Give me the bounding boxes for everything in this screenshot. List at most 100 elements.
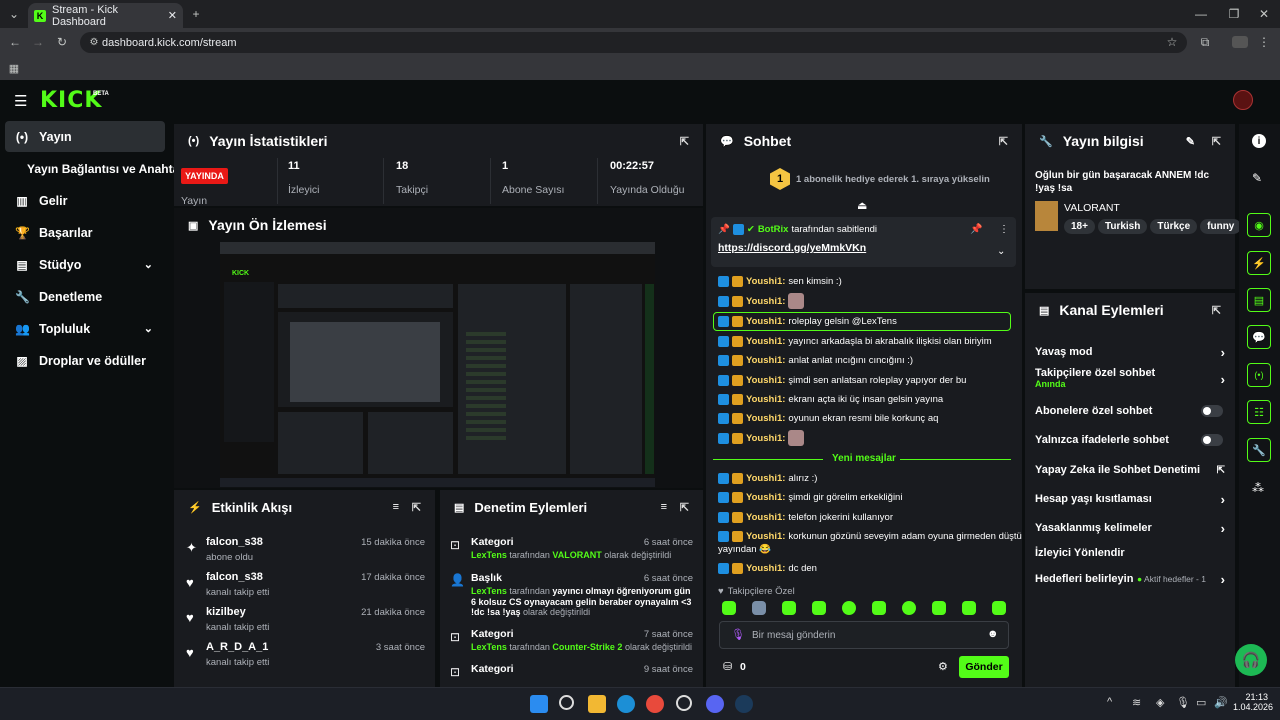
chrome-icon[interactable] — [646, 695, 664, 713]
emote-icon[interactable] — [932, 601, 946, 615]
sidebar-item-basarilar[interactable]: 🏆 Başarılar — [5, 217, 165, 248]
steam-icon[interactable] — [735, 695, 753, 713]
chat-message[interactable]: Youshi1: yayıncı arkadaşla bi akrabalık i… — [718, 336, 992, 347]
tag-chip[interactable]: funny — [1200, 219, 1242, 234]
chat-username[interactable]: Youshi1: — [746, 413, 785, 424]
emote-icon[interactable] — [812, 601, 826, 615]
subs-only-toggle[interactable] — [1201, 405, 1223, 417]
chat-username[interactable]: Youshi1: — [746, 316, 785, 327]
chat-username[interactable]: Youshi1: — [746, 276, 785, 287]
chat-message[interactable]: Youshi1: korkunun gözünü seveyim adam oyu… — [718, 531, 1022, 542]
chat-username[interactable]: Youshi1: — [746, 375, 785, 386]
emote-icon[interactable] — [722, 601, 736, 615]
discord-icon[interactable] — [706, 695, 724, 713]
emote-icon[interactable] — [902, 601, 916, 615]
back-icon[interactable]: ← — [7, 34, 23, 50]
banned-words-row[interactable]: Yasaklanmış kelimeler › — [1035, 518, 1225, 538]
send-button[interactable]: Gönder — [959, 656, 1009, 678]
chat-message[interactable]: Youshi1: şimdi gir görelim erkekliğini — [718, 492, 902, 503]
mod-user[interactable]: LexTens — [471, 586, 507, 596]
support-headset-icon[interactable]: 🎧 — [1235, 644, 1267, 676]
info-icon[interactable]: i — [1252, 134, 1266, 148]
activity-user[interactable]: A_R_D_A_1 — [206, 641, 268, 653]
goal-text[interactable]: 1 abonelik hediye ederek 1. sıraya yükse… — [796, 174, 990, 185]
chat-message[interactable]: Youshi1: roleplay gelsin @LexTens — [718, 316, 897, 327]
chat-username[interactable]: Youshi1: — [746, 512, 785, 523]
menu-dots-icon[interactable]: ⋮ — [1256, 34, 1272, 50]
chat-message[interactable]: Youshi1: telefon jokerini kullanıyor — [718, 512, 893, 523]
chat-message[interactable]: Youshi1: şimdi sen anlatsan roleplay yapı… — [718, 375, 966, 386]
quick-action-lightning-icon[interactable]: ⚡ — [1247, 251, 1271, 275]
pinned-menu-icon[interactable]: ⋮ — [999, 224, 1009, 235]
chat-message[interactable]: Youshi1: ekranı açta iki üç insan gelsin … — [718, 394, 943, 405]
edit-pencil-icon[interactable]: ✎ — [1252, 171, 1262, 185]
user-avatar[interactable] — [1233, 90, 1253, 110]
followers-only-row[interactable]: Takipçilere özel sohbet Anında › — [1035, 367, 1225, 397]
category-thumbnail[interactable] — [1035, 201, 1058, 231]
pinned-link[interactable]: https://discord.gg/yeMmkVKn — [718, 242, 866, 254]
emote-icon[interactable] — [872, 601, 886, 615]
edge-icon[interactable] — [617, 695, 635, 713]
ai-mod-row[interactable]: Yapay Zeka ile Sohbet Denetimi ⇱ — [1035, 460, 1225, 480]
reload-icon[interactable]: ↻ — [54, 34, 70, 50]
activity-user[interactable]: falcon_s38 — [206, 571, 263, 583]
bookmark-star-icon[interactable]: ☆ — [1164, 34, 1180, 50]
site-info-icon[interactable]: ⚙ — [86, 34, 102, 50]
tray-display-icon[interactable]: ▭ — [1196, 696, 1206, 709]
goals-row[interactable]: Hedefleri belirleyin ● Aktif hedefler - 1… — [1035, 569, 1225, 589]
chat-username[interactable]: Youshi1: — [746, 473, 785, 484]
popout-icon[interactable]: ⇱ — [999, 135, 1008, 148]
chat-message[interactable]: Youshi1: anlat anlat ıncığını cıncığını :… — [718, 355, 913, 366]
chat-username[interactable]: Youshi1: — [746, 563, 785, 574]
chat-username[interactable]: Youshi1: — [746, 336, 785, 347]
filter-icon[interactable]: ≡ — [393, 501, 399, 513]
emote-icon[interactable] — [962, 601, 976, 615]
tab-list-icon[interactable]: ⌄ — [6, 6, 22, 22]
tray-arrow-icon[interactable]: ^ — [1107, 696, 1112, 708]
pinned-by[interactable]: BotRix — [758, 224, 789, 235]
emote-icon[interactable] — [842, 601, 856, 615]
more-actions-icon[interactable]: ⁂ — [1252, 481, 1264, 495]
mod-user[interactable]: LexTens — [471, 642, 507, 652]
unpin-icon[interactable]: 📌 — [970, 224, 982, 235]
stream-preview-video[interactable]: KICK — [220, 242, 655, 487]
emote-icon[interactable] — [752, 601, 766, 615]
close-tab-icon[interactable]: ✕ — [168, 9, 177, 22]
tray-volume-icon[interactable]: 🔊 — [1214, 696, 1228, 709]
emote-icon[interactable] — [992, 601, 1006, 615]
chat-username[interactable]: Youshi1: — [746, 433, 785, 444]
new-tab-icon[interactable]: + — [188, 6, 204, 22]
collapse-goal-icon[interactable]: ⏏ — [857, 199, 867, 212]
emotes-only-row[interactable]: Yalnızca ifadelerle sohbet — [1035, 430, 1225, 450]
chat-message[interactable]: Youshi1: — [718, 430, 805, 446]
category-name[interactable]: VALORANT — [1064, 202, 1120, 214]
profile-icon[interactable] — [1232, 36, 1248, 48]
quick-action-broadcast-icon[interactable]: (•) — [1247, 363, 1271, 387]
emotes-only-toggle[interactable] — [1201, 434, 1223, 446]
sidebar-item-droplar[interactable]: ▨ Droplar ve ödüller — [5, 345, 165, 376]
sidebar-item-yayin[interactable]: (•) Yayın — [5, 121, 165, 152]
edit-pencil-icon[interactable]: ✎ — [1186, 135, 1195, 148]
quick-action-list-icon[interactable]: ☷ — [1247, 400, 1271, 424]
forward-icon[interactable]: → — [30, 34, 46, 50]
quick-action-document-icon[interactable]: ▤ — [1247, 288, 1271, 312]
emoji-icon[interactable]: ☻ — [987, 628, 999, 640]
chat-settings-icon[interactable]: ⚙ — [938, 660, 948, 673]
popout-icon[interactable]: ⇱ — [680, 135, 689, 148]
quick-action-wrench-icon[interactable]: 🔧 — [1247, 438, 1271, 462]
subs-only-row[interactable]: Abonelere özel sohbet — [1035, 401, 1225, 421]
obs-icon[interactable] — [676, 695, 692, 711]
extensions-icon[interactable]: ⧉ — [1197, 34, 1213, 50]
slow-mode-row[interactable]: Yavaş mod › — [1035, 342, 1225, 362]
tag-chip[interactable]: Turkish — [1097, 219, 1148, 234]
chat-username[interactable]: Youshi1: — [746, 394, 785, 405]
chat-username[interactable]: Youshi1: — [746, 531, 785, 542]
sidebar-item-topluluk[interactable]: 👥 Topluluk ⌄ — [5, 313, 165, 344]
clock[interactable]: 21:13 1.04.2026 — [1233, 692, 1273, 712]
search-icon[interactable] — [559, 695, 574, 710]
minimize-icon[interactable]: — — [1193, 6, 1209, 22]
browser-tab[interactable]: K Stream - Kick Dashboard ✕ — [28, 3, 183, 28]
chat-username[interactable]: Youshi1: — [746, 355, 785, 366]
restore-icon[interactable]: ❐ — [1226, 6, 1242, 22]
microphone-icon[interactable]: 🎙 — [731, 628, 745, 641]
